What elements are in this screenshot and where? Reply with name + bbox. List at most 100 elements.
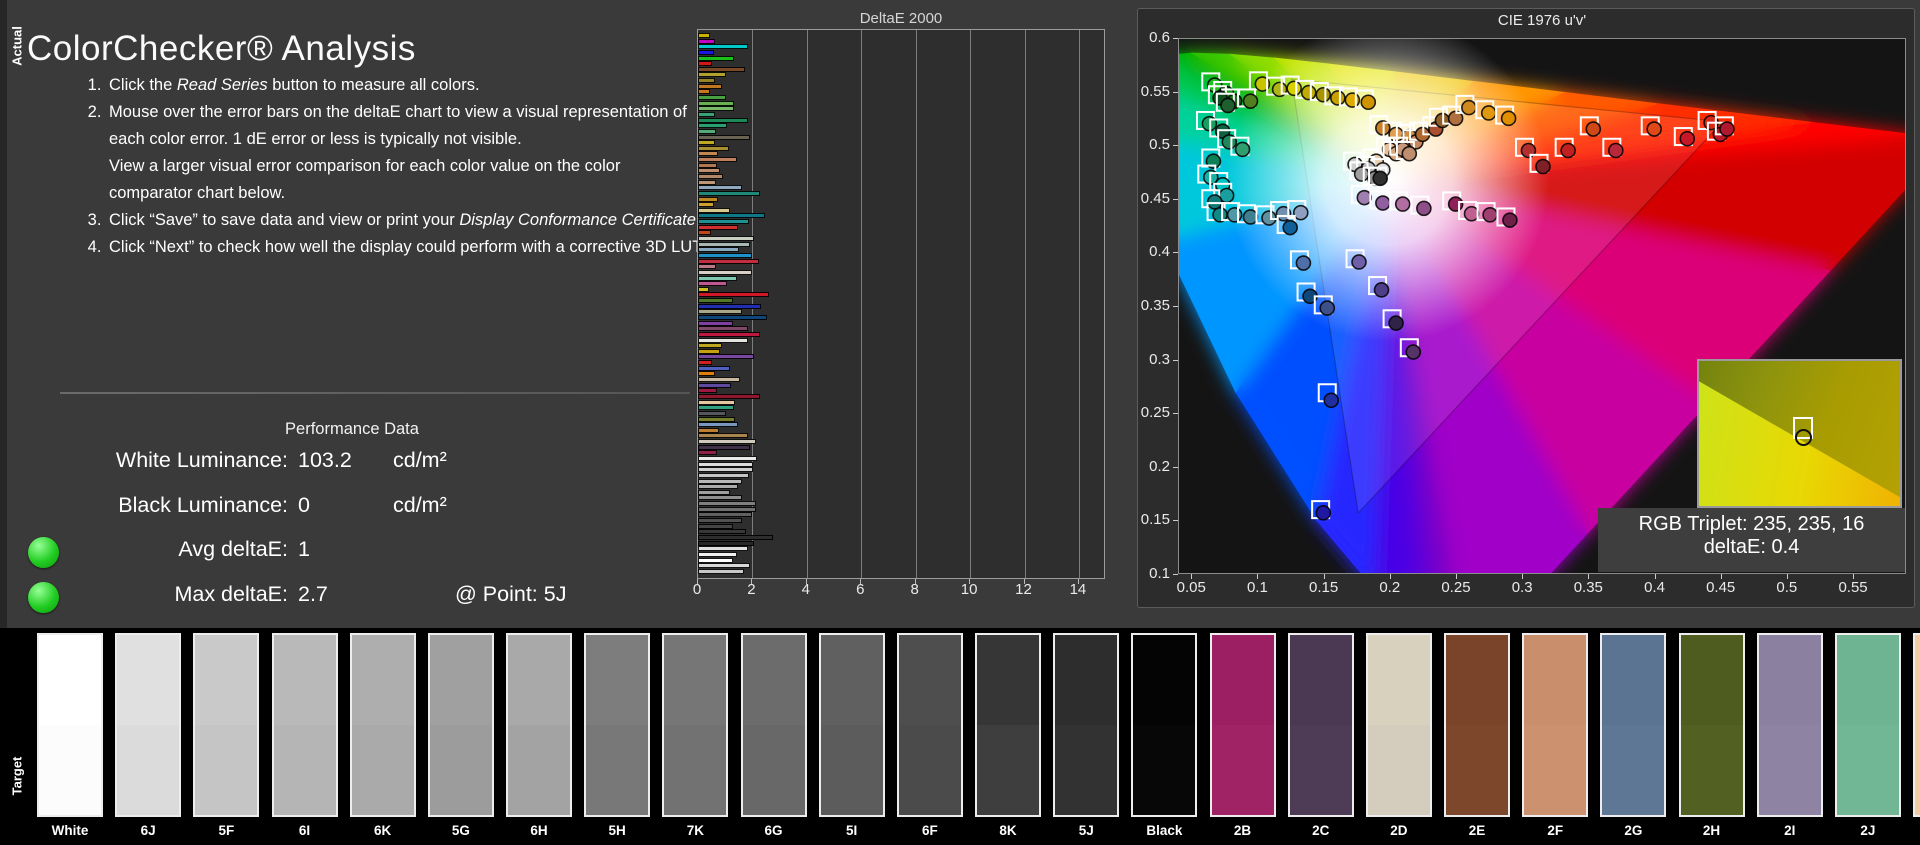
measured-point-circle[interactable] [1394,196,1411,212]
measured-point-circle[interactable] [1344,92,1361,108]
measured-point-circle[interactable] [1447,196,1464,212]
deltae-error-bar[interactable] [698,467,754,473]
deltae-error-bar[interactable] [698,258,759,264]
measured-point-circle[interactable] [1461,99,1477,116]
deltae-error-bar[interactable] [698,546,748,552]
deltae-error-bar[interactable] [698,33,710,38]
deltae-error-bar[interactable] [698,168,720,174]
measured-point-circle[interactable] [1679,130,1696,147]
measured-point-circle[interactable] [1719,121,1735,137]
deltae-error-bar[interactable] [698,38,715,44]
measured-point-circle[interactable] [1300,84,1317,101]
deltae-error-bar[interactable] [698,388,717,394]
deltae-error-bar[interactable] [698,140,715,146]
deltae-error-bar[interactable] [698,145,729,151]
measured-point-circle[interactable] [1401,145,1418,162]
deltae-error-bar[interactable] [698,377,741,383]
deltae-error-bar[interactable] [698,523,733,529]
deltae-error-bar[interactable] [698,190,760,196]
deltae-error-bar[interactable] [698,224,739,230]
deltae-error-bar[interactable] [698,371,715,377]
measured-point-circle[interactable] [1220,97,1236,114]
deltae-error-bar[interactable] [698,512,752,518]
measured-point-circle[interactable] [1356,189,1373,206]
measured-point-circle[interactable] [1646,121,1662,137]
deltae-error-bar[interactable] [698,433,749,439]
measured-point-circle[interactable] [1502,212,1518,228]
deltae-error-bar[interactable] [698,61,713,67]
deltae-error-bar[interactable] [698,123,728,129]
deltae-error-bar[interactable] [698,557,733,563]
measured-point-circle[interactable] [1286,80,1302,97]
measured-point-circle[interactable] [1295,255,1312,271]
deltae-error-bar[interactable] [698,264,716,270]
deltae-error-bar[interactable] [698,315,767,320]
deltae-error-bar[interactable] [698,439,756,445]
deltae-error-bar[interactable] [698,422,739,428]
measured-point-circle[interactable] [1292,204,1309,221]
deltae-error-bar[interactable] [698,134,751,140]
deltae-error-bar[interactable] [698,416,736,422]
deltae-error-bar[interactable] [698,247,740,253]
deltae-error-bar[interactable] [698,529,747,535]
deltae-error-bar[interactable] [698,309,743,315]
deltae-error-bar[interactable] [698,269,752,275]
measured-point-circle[interactable] [1315,86,1332,103]
measured-point-circle[interactable] [1234,141,1251,158]
deltae-error-bar[interactable] [698,331,760,337]
deltae-error-bar[interactable] [698,117,748,123]
deltae-error-bar[interactable] [698,320,733,326]
deltae-error-bar[interactable] [698,196,718,202]
deltae-error-bar[interactable] [698,100,734,106]
measured-point-circle[interactable] [1242,93,1259,109]
measured-point-circle[interactable] [1319,300,1336,316]
deltae-error-bar[interactable] [698,72,726,78]
measured-point-circle[interactable] [1373,282,1390,298]
measured-point-circle[interactable] [1585,121,1602,137]
measured-point-circle[interactable] [1226,207,1243,223]
deltae-error-bar[interactable] [698,106,734,112]
deltae-error-bar[interactable] [698,365,730,371]
measured-point-circle[interactable] [1360,94,1377,111]
deltae-error-bar[interactable] [698,444,751,450]
deltae-error-bar[interactable] [698,241,751,247]
deltae-error-bar[interactable] [698,551,737,557]
deltae-error-bar[interactable] [698,501,756,507]
deltae-error-bar[interactable] [698,151,718,157]
deltae-error-bar[interactable] [698,518,743,524]
deltae-error-bar[interactable] [698,55,734,61]
deltae-error-bar[interactable] [698,568,744,574]
deltae-error-bar[interactable] [698,450,717,456]
deltae-error-bar[interactable] [698,174,724,179]
deltae-error-bar[interactable] [698,298,733,304]
deltae-error-bar[interactable] [698,393,760,399]
deltae-error-bar[interactable] [698,286,709,292]
deltae-error-bar[interactable] [698,207,730,213]
deltae-error-bar[interactable] [698,230,712,236]
deltae-error-bar[interactable] [698,506,756,512]
deltae-error-bar[interactable] [698,219,749,225]
measured-point-circle[interactable] [1500,110,1517,127]
deltae-error-bar[interactable] [698,157,737,163]
deltae-error-bar[interactable] [698,281,728,287]
measured-point-circle[interactable] [1416,200,1432,217]
deltae-error-bar[interactable] [698,66,745,72]
measured-point-circle[interactable] [1388,315,1404,331]
measured-point-circle[interactable] [1323,392,1340,409]
measured-point-circle[interactable] [1242,209,1259,225]
measured-point-circle[interactable] [1330,90,1346,106]
deltae-error-bar[interactable] [698,162,717,168]
deltae-error-bar[interactable] [698,461,754,467]
deltae-error-bar[interactable] [698,49,714,55]
measured-point-circle[interactable] [1480,105,1497,121]
deltae-error-bar[interactable] [698,348,721,354]
measured-point-circle[interactable] [1351,254,1367,270]
deltae-error-bar[interactable] [698,78,715,84]
deltae-error-bar[interactable] [698,399,736,405]
deltae-error-bar[interactable] [698,236,755,242]
deltae-error-bar[interactable] [698,382,732,388]
measured-point-circle[interactable] [1353,166,1370,182]
deltae-error-bar[interactable] [698,202,715,208]
measured-point-circle[interactable] [1372,170,1388,187]
deltae-error-bar[interactable] [698,427,719,433]
